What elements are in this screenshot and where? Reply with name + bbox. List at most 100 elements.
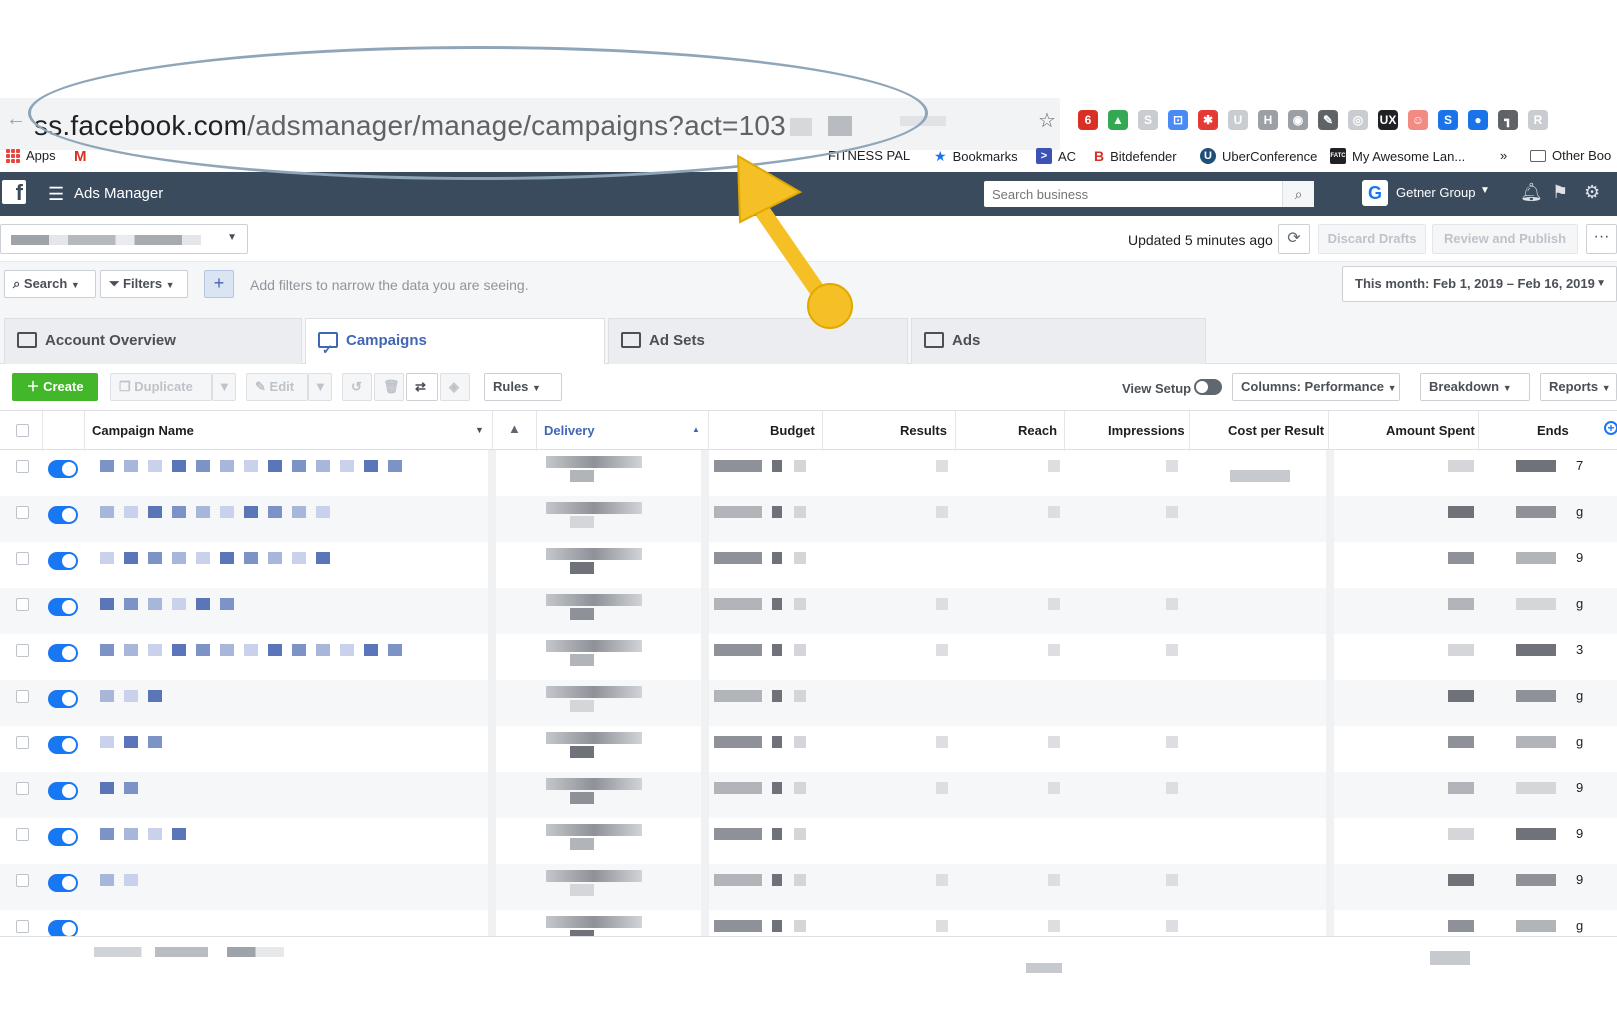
business-avatar[interactable]: G: [1362, 180, 1388, 206]
campaign-status-toggle[interactable]: [48, 598, 78, 616]
row-checkbox[interactable]: [16, 782, 29, 795]
extension-icon[interactable]: ◎: [1348, 110, 1368, 130]
extension-icon[interactable]: ☺: [1408, 110, 1428, 130]
col-results[interactable]: Results: [900, 423, 947, 438]
campaign-status-toggle[interactable]: [48, 828, 78, 846]
table-row[interactable]: g: [0, 496, 1617, 542]
view-setup-toggle[interactable]: [1194, 379, 1222, 395]
table-row[interactable]: g: [0, 588, 1617, 634]
extension-icon[interactable]: S: [1438, 110, 1458, 130]
row-checkbox[interactable]: [16, 552, 29, 565]
more-options-icon[interactable]: ···: [1586, 224, 1617, 254]
refresh-icon[interactable]: ⟳: [1278, 224, 1310, 254]
bell-icon[interactable]: 🔔︎: [1520, 182, 1543, 203]
tag-icon[interactable]: ◈: [440, 373, 470, 401]
row-checkbox[interactable]: [16, 920, 29, 933]
edit-dropdown[interactable]: ▼: [308, 373, 332, 401]
col-cost-per-result[interactable]: Cost per Result: [1228, 423, 1324, 438]
row-checkbox[interactable]: [16, 460, 29, 473]
rules-button[interactable]: Rules ▼: [484, 373, 562, 401]
table-row[interactable]: 7: [0, 450, 1617, 496]
extension-icon[interactable]: ⊡: [1168, 110, 1188, 130]
select-all-checkbox[interactable]: [16, 424, 29, 437]
col-delivery[interactable]: Delivery: [544, 423, 595, 438]
bookmarks-overflow[interactable]: »: [1500, 148, 1507, 163]
extension-icon[interactable]: ✎: [1318, 110, 1338, 130]
campaign-status-toggle[interactable]: [48, 782, 78, 800]
campaign-status-toggle[interactable]: [48, 552, 78, 570]
bookmark-star-icon[interactable]: ☆: [1038, 108, 1056, 133]
col-campaign-name[interactable]: Campaign Name: [92, 423, 194, 438]
add-filter-button[interactable]: +: [204, 270, 234, 298]
ab-test-icon[interactable]: ⇄: [406, 373, 438, 401]
skype-icon[interactable]: S: [1138, 110, 1158, 130]
campaign-status-toggle[interactable]: [48, 506, 78, 524]
row-checkbox[interactable]: [16, 874, 29, 887]
extension-icon[interactable]: U: [1228, 110, 1248, 130]
add-column-icon[interactable]: +: [1604, 421, 1617, 435]
warning-icon[interactable]: ▲: [508, 421, 521, 436]
extension-icon[interactable]: ┓: [1498, 110, 1518, 130]
campaign-status-toggle[interactable]: [48, 690, 78, 708]
campaign-status-toggle[interactable]: [48, 644, 78, 662]
facebook-logo-icon[interactable]: f: [2, 180, 26, 205]
row-checkbox[interactable]: [16, 736, 29, 749]
extension-icon[interactable]: H: [1258, 110, 1278, 130]
columns-button[interactable]: Columns: Performance ▼: [1232, 373, 1400, 401]
extension-icon[interactable]: R: [1528, 110, 1548, 130]
bookmark-apps[interactable]: Apps: [6, 148, 56, 163]
duplicate-button[interactable]: ❐ Duplicate: [110, 373, 212, 401]
tab-account-overview[interactable]: Account Overview: [4, 318, 302, 364]
account-selector[interactable]: ▼: [0, 224, 248, 254]
table-row[interactable]: 9: [0, 772, 1617, 818]
extension-icon[interactable]: 6: [1078, 110, 1098, 130]
bookmark-uberconference[interactable]: U UberConference: [1200, 148, 1317, 164]
duplicate-dropdown[interactable]: ▼: [212, 373, 236, 401]
bookmark-bookmarks[interactable]: ★ Bookmarks: [934, 148, 1018, 165]
sort-asc-icon[interactable]: ▲: [692, 425, 700, 434]
extension-icon[interactable]: UX: [1378, 110, 1398, 130]
review-publish-button[interactable]: Review and Publish: [1432, 224, 1578, 254]
search-business-input[interactable]: [984, 181, 1279, 208]
table-row[interactable]: 9: [0, 818, 1617, 864]
search-button[interactable]: ⌕ Search ▼: [4, 270, 96, 298]
row-checkbox[interactable]: [16, 690, 29, 703]
date-range-picker[interactable]: This month: Feb 1, 2019 – Feb 16, 2019 ▼: [1342, 266, 1617, 302]
col-budget[interactable]: Budget: [770, 423, 815, 438]
bookmark-gmail[interactable]: M: [74, 148, 87, 165]
row-checkbox[interactable]: [16, 828, 29, 841]
extension-icon[interactable]: ✱: [1198, 110, 1218, 130]
campaign-status-toggle[interactable]: [48, 460, 78, 478]
col-ends[interactable]: Ends: [1537, 423, 1569, 438]
search-icon[interactable]: ⌕: [1282, 181, 1314, 207]
col-impressions[interactable]: Impressions: [1108, 423, 1185, 438]
drive-icon[interactable]: ▲: [1108, 110, 1128, 130]
bookmark-ac[interactable]: > AC: [1036, 148, 1076, 164]
discard-drafts-button[interactable]: Discard Drafts: [1318, 224, 1426, 254]
revert-icon[interactable]: ↺: [342, 373, 372, 401]
table-row[interactable]: g: [0, 680, 1617, 726]
breakdown-button[interactable]: Breakdown ▼: [1420, 373, 1530, 401]
flag-icon[interactable]: ⚑: [1552, 182, 1568, 203]
campaign-status-toggle[interactable]: [48, 874, 78, 892]
sort-caret-icon[interactable]: ▼: [475, 425, 484, 435]
extension-icon[interactable]: ●: [1468, 110, 1488, 130]
create-button[interactable]: ＋ Create: [12, 373, 98, 401]
menu-icon[interactable]: ☰: [48, 184, 64, 205]
reports-button[interactable]: Reports ▼: [1540, 373, 1617, 401]
bookmark-awesome[interactable]: FATC My Awesome Lan...: [1330, 148, 1465, 164]
col-reach[interactable]: Reach: [1018, 423, 1057, 438]
table-row[interactable]: g: [0, 726, 1617, 772]
table-row[interactable]: 9: [0, 864, 1617, 910]
back-arrow-icon[interactable]: ←: [6, 108, 26, 131]
campaign-status-toggle[interactable]: [48, 736, 78, 754]
business-name[interactable]: Getner Group: [1396, 185, 1476, 200]
table-row[interactable]: 9: [0, 542, 1617, 588]
row-checkbox[interactable]: [16, 598, 29, 611]
table-row[interactable]: 3: [0, 634, 1617, 680]
filters-button[interactable]: ⏷ Filters ▼: [100, 270, 188, 298]
camera-icon[interactable]: ◉: [1288, 110, 1308, 130]
delete-icon[interactable]: 🗑︎: [374, 373, 404, 401]
bookmark-bitdefender[interactable]: B Bitdefender: [1094, 148, 1177, 164]
col-amount-spent[interactable]: Amount Spent: [1386, 423, 1475, 438]
